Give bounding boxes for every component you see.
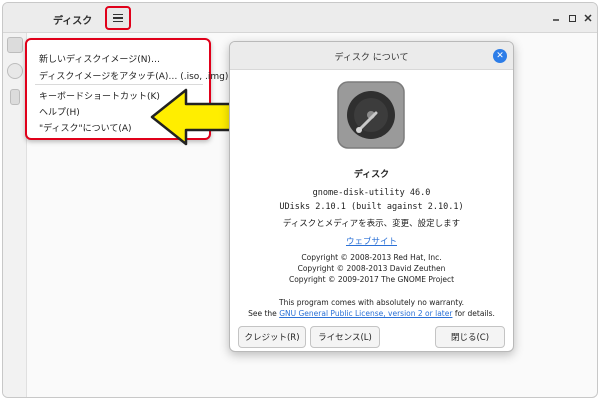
about-version: gnome-disk-utility 46.0 bbox=[312, 188, 431, 198]
close-window-button[interactable] bbox=[581, 11, 595, 25]
drive-icon[interactable] bbox=[7, 37, 23, 53]
optical-drive-icon[interactable] bbox=[7, 63, 23, 79]
drive-sidebar bbox=[3, 33, 27, 397]
hamburger-menu-button[interactable] bbox=[105, 6, 131, 30]
dialog-close-icon[interactable]: ✕ bbox=[493, 49, 507, 63]
disk-utility-icon bbox=[337, 81, 405, 149]
license-notice: See the GNU General Public License, vers… bbox=[230, 309, 513, 318]
hamburger-menu-icon bbox=[113, 14, 123, 22]
yellow-arrow-icon bbox=[150, 88, 238, 146]
credits-button[interactable]: クレジット(R) bbox=[238, 326, 306, 348]
maximize-button[interactable] bbox=[565, 11, 579, 25]
license-button[interactable]: ライセンス(L) bbox=[310, 326, 380, 348]
license-notice-prefix: See the bbox=[248, 309, 280, 318]
license-link[interactable]: GNU General Public License, version 2 or… bbox=[279, 309, 452, 318]
menu-separator bbox=[35, 84, 203, 85]
maximize-icon bbox=[568, 14, 576, 22]
close-icon bbox=[584, 14, 592, 22]
about-description: ディスクとメディアを表示、変更、設定します bbox=[282, 219, 461, 229]
dialog-header: ディスク について ✕ bbox=[230, 42, 513, 70]
license-notice-suffix: for details. bbox=[452, 309, 495, 318]
about-udisks-version: UDisks 2.10.1 (built against 2.10.1) bbox=[279, 202, 464, 212]
menu-item-new-disk-image[interactable]: 新しいディスクイメージ(N)… bbox=[39, 52, 160, 65]
copyright-line: Copyright © 2008-2013 Red Hat, Inc. bbox=[301, 253, 442, 262]
warranty-notice: This program comes with absolutely no wa… bbox=[278, 298, 464, 307]
menu-item-about[interactable]: "ディスク"について(A) bbox=[39, 121, 132, 134]
menu-item-attach-disk-image[interactable]: ディスクイメージをアタッチ(A)… (.iso, .img) bbox=[39, 69, 228, 82]
menu-item-help[interactable]: ヘルプ(H) bbox=[39, 105, 80, 118]
website-link[interactable]: ウェブサイト bbox=[230, 235, 513, 247]
copyright-line: Copyright © 2009-2017 The GNOME Project bbox=[288, 275, 455, 284]
copyright-line: Copyright © 2008-2013 David Zeuthen bbox=[297, 264, 446, 273]
window-title: ディスク bbox=[53, 16, 93, 27]
usb-drive-icon[interactable] bbox=[10, 89, 20, 105]
about-app-name: ディスク bbox=[353, 170, 390, 180]
dialog-title: ディスク について bbox=[334, 53, 409, 63]
close-button[interactable]: 閉じる(C) bbox=[435, 326, 505, 348]
minimize-icon bbox=[553, 19, 559, 21]
minimize-button[interactable] bbox=[549, 11, 563, 25]
header-bar: ディスク bbox=[3, 3, 597, 33]
about-dialog: ディスク について ✕ ディスク gnome-disk-utility 46.0… bbox=[229, 41, 514, 352]
menu-item-keyboard-shortcuts[interactable]: キーボードショートカット(K) bbox=[39, 89, 160, 102]
